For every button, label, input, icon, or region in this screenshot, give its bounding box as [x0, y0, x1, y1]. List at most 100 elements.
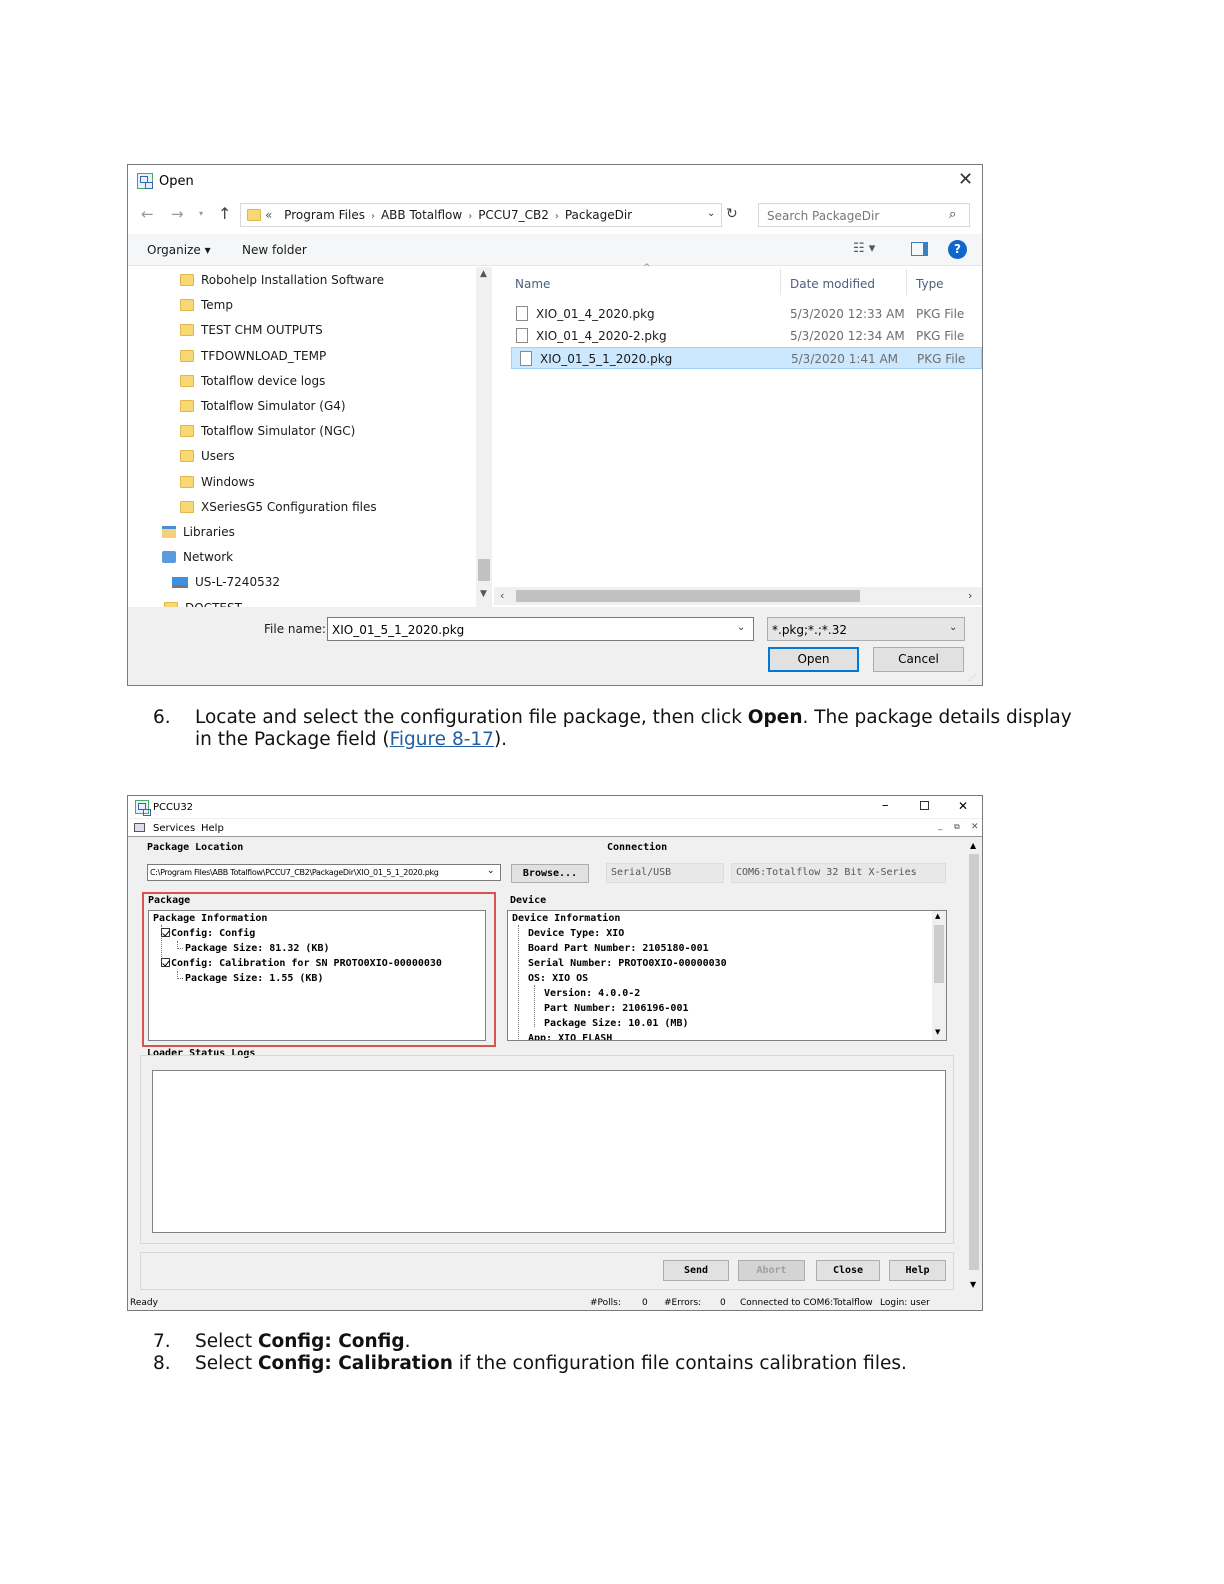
app-icon: [137, 173, 153, 189]
breadcrumb-pccu7[interactable]: PCCU7_CB2: [478, 208, 549, 222]
column-header-date[interactable]: Date modified: [790, 277, 875, 291]
close-button[interactable]: Close: [816, 1260, 880, 1281]
maximize-icon[interactable]: [920, 801, 929, 810]
organize-button[interactable]: Organize ▾: [147, 243, 211, 257]
column-header-type[interactable]: Type: [916, 277, 944, 291]
checkbox-checked-icon[interactable]: [161, 928, 170, 937]
chevron-down-icon[interactable]: ⌄: [487, 866, 495, 876]
file-type-select[interactable]: *.pkg;*.;*.32 ⌄: [767, 617, 965, 641]
scroll-thumb[interactable]: [516, 590, 860, 602]
browse-button[interactable]: Browse...: [511, 864, 589, 883]
network-icon: [162, 551, 176, 564]
nav-item[interactable]: XSeriesG5 Configuration files: [180, 495, 377, 520]
nav-item[interactable]: Totalflow Simulator (G4): [180, 394, 346, 419]
scroll-up-icon[interactable]: ▲: [935, 912, 940, 920]
file-date: 5/3/2020 12:33 AM: [790, 307, 905, 321]
os-node[interactable]: OS: XIO OS: [528, 973, 588, 984]
scroll-left-icon[interactable]: ‹: [500, 589, 504, 602]
tree-item-calibration[interactable]: Config: Calibration for SN PROTO0XIO-000…: [161, 958, 442, 969]
chevron-down-icon[interactable]: ⌄: [737, 622, 745, 633]
preview-pane-icon[interactable]: [911, 242, 928, 256]
cancel-button[interactable]: Cancel: [873, 647, 964, 672]
chevron-down-icon[interactable]: ⌄: [707, 208, 715, 219]
scroll-down-icon[interactable]: ▼: [480, 589, 487, 599]
nav-item[interactable]: US-L-7240532: [172, 570, 280, 595]
breadcrumb-overflow[interactable]: «: [265, 208, 272, 222]
file-list-hscrollbar[interactable]: ‹ ›: [494, 587, 982, 605]
menu-help[interactable]: Help: [201, 823, 224, 834]
folder-icon: [180, 400, 194, 412]
up-arrow-icon[interactable]: ↑: [218, 204, 231, 223]
nav-item[interactable]: TEST CHM OUTPUTS: [180, 318, 323, 343]
send-button[interactable]: Send: [663, 1260, 729, 1281]
text: Locate and select the configuration file…: [195, 707, 748, 728]
connection-target-field: COM6:Totalflow 32 Bit X-Series: [731, 863, 946, 883]
mdi-restore-icon[interactable]: ⧉: [954, 822, 960, 832]
chevron-right-icon: ›: [554, 211, 559, 222]
nav-item-label: TFDOWNLOAD_TEMP: [201, 348, 327, 363]
package-path-select[interactable]: C:\Program Files\ABB Totalflow\PCCU7_CB2…: [147, 864, 501, 881]
open-button[interactable]: Open: [768, 647, 859, 672]
errors-label: #Errors:: [664, 1298, 702, 1308]
scroll-up-icon[interactable]: ▲: [970, 841, 976, 850]
column-header-name[interactable]: Name: [515, 277, 550, 291]
loader-log-area[interactable]: [152, 1070, 946, 1233]
forward-arrow-icon[interactable]: →: [171, 205, 184, 223]
address-bar[interactable]: « Program Files › ABB Totalflow › PCCU7_CB2 ›…: [240, 203, 722, 227]
chevron-down-icon[interactable]: ⌄: [949, 622, 957, 633]
scroll-down-icon[interactable]: ▼: [935, 1028, 940, 1036]
help-button[interactable]: Help: [889, 1260, 946, 1281]
recent-dropdown-icon[interactable]: ▾: [199, 209, 203, 218]
nav-item[interactable]: Network: [162, 545, 233, 570]
scroll-up-icon[interactable]: ▲: [480, 269, 487, 279]
file-name: XIO_01_4_2020-2.pkg: [536, 329, 667, 343]
figure-link[interactable]: Figure 8-17: [390, 729, 494, 750]
mdi-close-icon[interactable]: ✕: [971, 822, 979, 832]
breadcrumb-program-files[interactable]: Program Files: [284, 208, 365, 222]
scroll-thumb[interactable]: [934, 925, 944, 983]
device-scrollbar[interactable]: ▲ ▼: [932, 911, 946, 1040]
errors-value: 0: [720, 1298, 726, 1308]
nav-item[interactable]: Totalflow Simulator (NGC): [180, 419, 355, 444]
close-icon[interactable]: ✕: [958, 169, 973, 190]
resize-grip-icon[interactable]: ⋰: [968, 673, 976, 682]
nav-item[interactable]: Users: [180, 444, 235, 469]
mdi-minimize-icon[interactable]: _: [938, 821, 943, 831]
view-options-icon[interactable]: ☷ ▾: [853, 241, 875, 256]
checkbox-checked-icon[interactable]: [161, 958, 170, 967]
file-row[interactable]: XIO_01_5_1_2020.pkg 5/3/2020 1:41 AM PKG F…: [511, 347, 982, 369]
nav-item[interactable]: Libraries: [162, 520, 235, 545]
file-row[interactable]: XIO_01_4_2020.pkg 5/3/2020 12:33 AM PKG Fi…: [508, 303, 982, 325]
tree-item-size: Package Size: 1.55 (KB): [185, 973, 324, 984]
file-name-input[interactable]: XIO_01_5_1_2020.pkg ⌄: [327, 617, 754, 641]
nav-item[interactable]: TFDOWNLOAD_TEMP: [180, 344, 326, 369]
minimize-icon[interactable]: –: [882, 798, 889, 813]
nav-item[interactable]: DOCTEST: [164, 596, 242, 607]
menu-services[interactable]: Services: [153, 823, 195, 834]
scroll-thumb[interactable]: [478, 559, 490, 581]
file-name: XIO_01_5_1_2020.pkg: [540, 352, 673, 366]
app-icon: [135, 800, 151, 816]
nav-item[interactable]: Temp: [180, 293, 233, 318]
app-node[interactable]: App: XIO FLASH: [528, 1033, 612, 1040]
nav-item[interactable]: Totalflow device logs: [180, 369, 325, 394]
new-folder-button[interactable]: New folder: [242, 243, 307, 257]
back-arrow-icon[interactable]: ←: [141, 205, 154, 223]
breadcrumb-packagedir[interactable]: PackageDir: [565, 208, 632, 222]
refresh-icon[interactable]: ↻: [726, 206, 738, 222]
search-input[interactable]: Search PackageDir ⌕: [758, 203, 970, 227]
nav-item[interactable]: Robohelp Installation Software: [180, 268, 384, 293]
nav-scrollbar[interactable]: ▲ ▼: [476, 267, 492, 607]
text: .: [404, 1331, 411, 1352]
scroll-thumb[interactable]: [969, 854, 979, 1270]
scroll-down-icon[interactable]: ▼: [970, 1280, 976, 1289]
help-icon[interactable]: ?: [948, 240, 967, 259]
nav-item[interactable]: Windows: [180, 470, 255, 495]
tree-item-config[interactable]: Config: Config: [161, 928, 255, 939]
scroll-right-icon[interactable]: ›: [968, 589, 972, 602]
main-scrollbar[interactable]: ▲ ▼: [966, 840, 982, 1294]
breadcrumb-abb-totalflow[interactable]: ABB Totalflow: [381, 208, 462, 222]
close-icon[interactable]: ✕: [958, 799, 968, 813]
abort-button[interactable]: Abort: [738, 1260, 805, 1281]
file-row[interactable]: XIO_01_4_2020-2.pkg 5/3/2020 12:34 AM PKG …: [508, 325, 982, 347]
